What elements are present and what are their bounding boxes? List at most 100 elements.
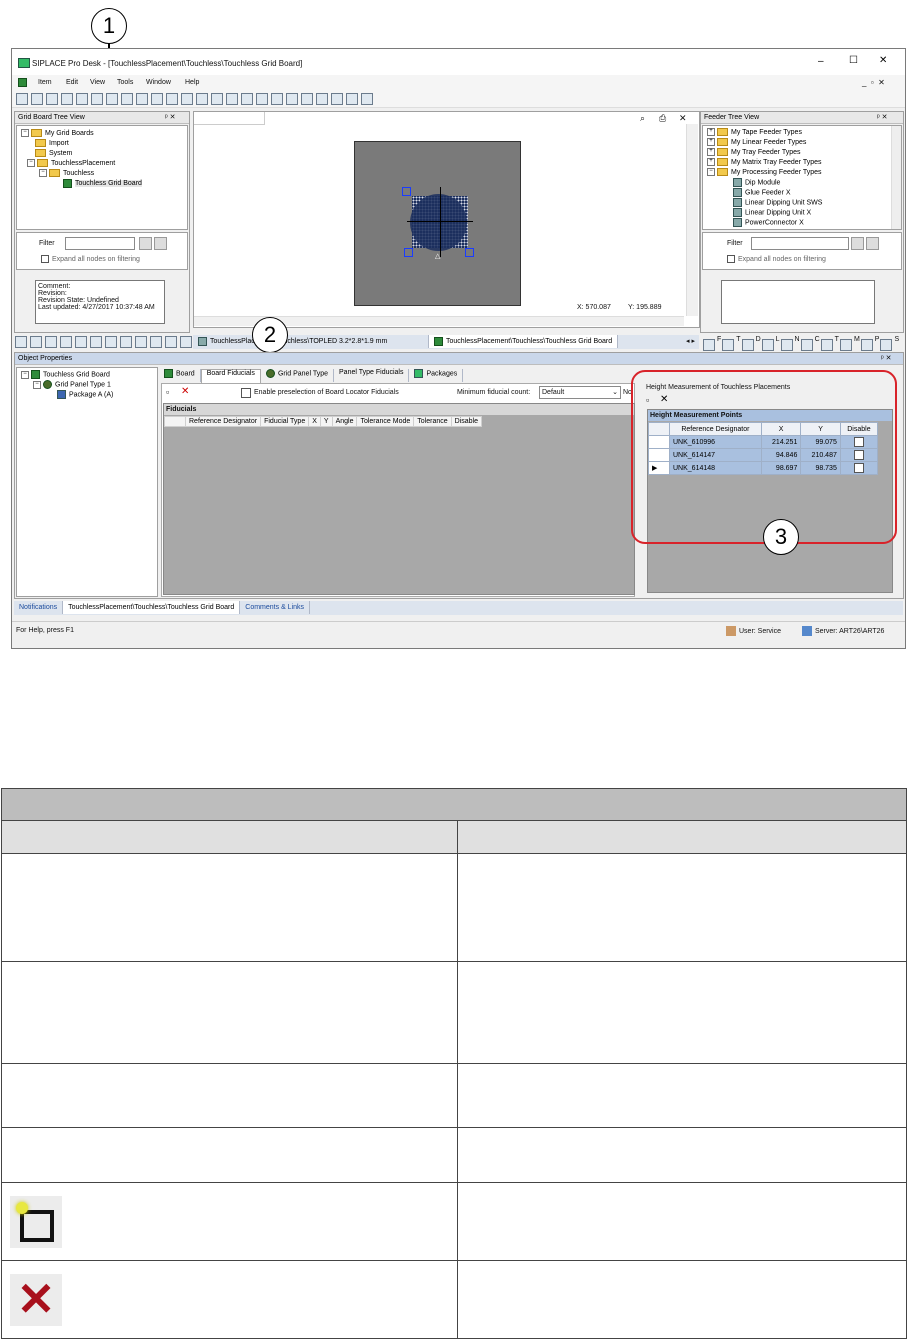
min-fiducial-select[interactable]: Default ⌄ bbox=[539, 386, 621, 399]
expand-checkbox[interactable] bbox=[727, 255, 735, 263]
zoom-in-icon[interactable] bbox=[241, 93, 253, 105]
board-area[interactable]: △ bbox=[354, 141, 521, 306]
zoom-100-icon[interactable] bbox=[271, 93, 283, 105]
enable-preselection-checkbox[interactable] bbox=[241, 388, 251, 398]
filter-apply-icon[interactable] bbox=[851, 237, 864, 250]
pin-close-icons[interactable]: ᵖ ✕ bbox=[877, 113, 887, 121]
tree-item[interactable]: Import bbox=[17, 139, 187, 149]
tab-notifications[interactable]: Notifications bbox=[14, 601, 64, 614]
delete-icon[interactable]: ✕ bbox=[181, 386, 189, 397]
v-scrollbar[interactable] bbox=[686, 124, 698, 316]
zoom-rect-icon[interactable] bbox=[226, 93, 238, 105]
tree-item[interactable]: − TouchlessPlacement bbox=[17, 159, 187, 169]
tree-item[interactable]: System bbox=[17, 149, 187, 159]
new-icon[interactable] bbox=[16, 93, 28, 105]
tree-item[interactable]: Linear Dipping Unit X bbox=[703, 208, 901, 218]
col-y[interactable]: Y bbox=[319, 416, 333, 427]
tree-item[interactable]: + My Linear Feeder Types bbox=[703, 138, 901, 148]
undo-icon[interactable] bbox=[31, 93, 43, 105]
back-icon[interactable] bbox=[91, 93, 103, 105]
tab-packages[interactable]: Packages bbox=[409, 369, 464, 382]
check-icon[interactable] bbox=[61, 93, 73, 105]
tree-item[interactable]: Dip Module bbox=[703, 178, 901, 188]
maximize-button[interactable]: ☐ bbox=[849, 55, 858, 66]
tab-board-fiducials[interactable]: Board Fiducials bbox=[200, 369, 261, 383]
tree-item[interactable]: Glue Feeder X bbox=[703, 188, 901, 198]
print-icon[interactable] bbox=[331, 93, 343, 105]
tree-item[interactable]: PowerConnector X bbox=[703, 218, 901, 228]
col-fiducial-type[interactable]: Fiducial Type bbox=[260, 416, 310, 427]
feeder2-icon[interactable] bbox=[196, 93, 208, 105]
doc-tab-grid-board[interactable]: TouchlessPlacement\Touchless\Touchless G… bbox=[429, 335, 619, 348]
tree-item[interactable]: − Touchless Grid Board bbox=[17, 370, 157, 380]
tab-board[interactable]: Board bbox=[159, 369, 201, 382]
col-tolerance-mode[interactable]: Tolerance Mode bbox=[356, 416, 415, 427]
dropdown-icon[interactable] bbox=[361, 93, 373, 105]
view-tab-blank[interactable] bbox=[194, 112, 265, 125]
open-icon[interactable] bbox=[121, 93, 133, 105]
menu-view[interactable]: View bbox=[90, 79, 105, 86]
v-scrollbar[interactable] bbox=[891, 126, 901, 229]
layout-icon[interactable] bbox=[136, 93, 148, 105]
board2-icon[interactable] bbox=[166, 93, 178, 105]
mdi-controls[interactable]: _ ▫ ✕ bbox=[862, 78, 885, 87]
tree-item[interactable]: Package A (A) bbox=[17, 390, 157, 400]
board-icon[interactable] bbox=[151, 93, 163, 105]
menu-edit[interactable]: Edit bbox=[66, 79, 78, 86]
col-tolerance[interactable]: Tolerance bbox=[413, 416, 452, 427]
print-icon[interactable]: ⎙ bbox=[659, 113, 666, 124]
search-icon[interactable]: ⌕ bbox=[640, 113, 645, 124]
filter-apply-icon[interactable] bbox=[139, 237, 152, 250]
menu-item[interactable]: Item bbox=[38, 79, 52, 86]
fiducial-marker[interactable] bbox=[404, 248, 413, 257]
tree-item-selected[interactable]: Touchless Grid Board bbox=[17, 179, 187, 189]
tree-item[interactable]: − My Processing Feeder Types bbox=[703, 168, 901, 178]
fiducial-marker[interactable] bbox=[402, 187, 411, 196]
feeder-icon[interactable] bbox=[181, 93, 193, 105]
forward-icon[interactable] bbox=[106, 93, 118, 105]
tab-comments-links[interactable]: Comments & Links bbox=[240, 601, 311, 614]
filter-input[interactable] bbox=[65, 237, 135, 250]
fit-icon[interactable] bbox=[316, 93, 328, 105]
menu-help[interactable]: Help bbox=[185, 79, 199, 86]
tab-grid-board[interactable]: TouchlessPlacement\Touchless\Touchless G… bbox=[63, 601, 241, 614]
tab-panel-type-fiducials[interactable]: Panel Type Fiducials bbox=[334, 369, 410, 382]
fiducial-marker[interactable] bbox=[465, 248, 474, 257]
expand-checkbox[interactable] bbox=[41, 255, 49, 263]
col-reference-designator[interactable]: Reference Designator bbox=[184, 416, 262, 427]
filter-clear-icon[interactable] bbox=[866, 237, 879, 250]
pan-icon[interactable] bbox=[286, 93, 298, 105]
pin-icon[interactable]: ᵖ ✕ bbox=[881, 354, 891, 362]
col-angle[interactable]: Angle bbox=[331, 416, 358, 427]
feeder-bottom-tabs[interactable]: FTDLNCTMPS bbox=[702, 336, 902, 351]
list-icon[interactable] bbox=[346, 93, 358, 105]
zoom-out-icon[interactable] bbox=[256, 93, 268, 105]
add-icon[interactable]: ▫ bbox=[166, 387, 169, 397]
filter-input[interactable] bbox=[751, 237, 849, 250]
tree-item[interactable]: − My Grid Boards bbox=[17, 129, 187, 139]
tree-item[interactable]: − Grid Panel Type 1 bbox=[17, 380, 157, 390]
minimize-button[interactable]: – bbox=[818, 56, 824, 67]
feeder3-icon[interactable] bbox=[211, 93, 223, 105]
tree-item[interactable]: Linear Dipping Unit SWS bbox=[703, 198, 901, 208]
toolbar-icons[interactable] bbox=[15, 90, 375, 108]
tree-item[interactable]: + My Matrix Tray Feeder Types bbox=[703, 158, 901, 168]
close-button[interactable]: ✕ bbox=[879, 55, 887, 66]
menu-window[interactable]: Window bbox=[146, 79, 171, 86]
redo-icon[interactable] bbox=[46, 93, 58, 105]
refresh-icon[interactable] bbox=[76, 93, 88, 105]
select-icon[interactable] bbox=[301, 93, 313, 105]
doc-tab-topled[interactable]: TouchlessPlacement\Touchless\TOPLED 3.2*… bbox=[193, 335, 429, 348]
col-disable[interactable]: Disable bbox=[450, 416, 483, 427]
menu-tools[interactable]: Tools bbox=[117, 79, 133, 86]
tab-nav-arrows[interactable]: ◂ ▸ bbox=[686, 335, 695, 349]
col-x[interactable]: X bbox=[308, 416, 321, 427]
pin-close-icons[interactable]: ᵖ ✕ bbox=[165, 113, 175, 121]
tree-item[interactable]: + My Tray Feeder Types bbox=[703, 148, 901, 158]
left-tab-icons[interactable] bbox=[14, 335, 192, 348]
tree-item[interactable]: + My Tape Feeder Types bbox=[703, 128, 901, 138]
tab-grid-panel-type[interactable]: Grid Panel Type bbox=[261, 369, 335, 382]
close-view-icon[interactable]: ✕ bbox=[679, 113, 687, 124]
tree-item[interactable]: − Touchless bbox=[17, 169, 187, 179]
filter-clear-icon[interactable] bbox=[154, 237, 167, 250]
